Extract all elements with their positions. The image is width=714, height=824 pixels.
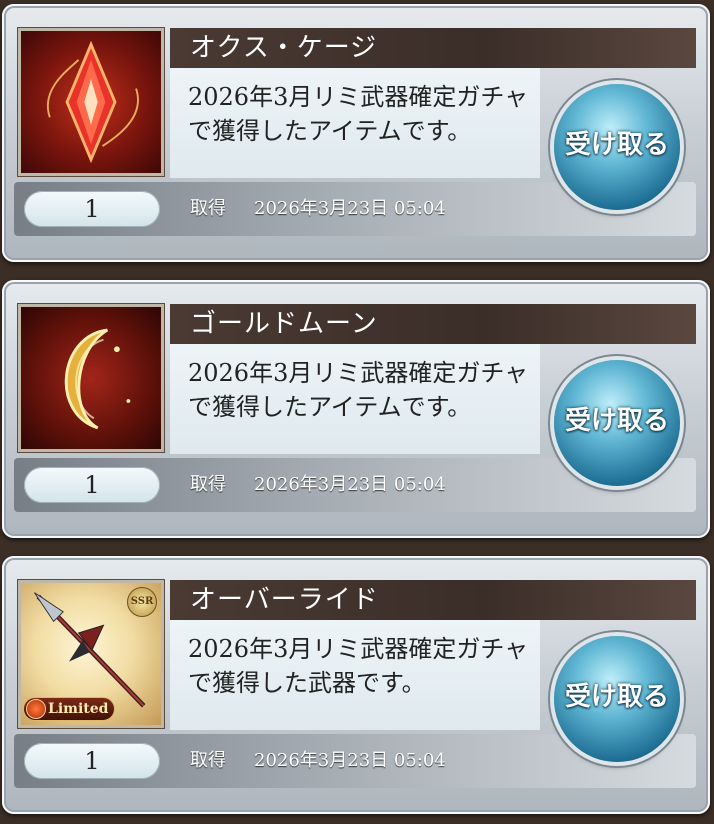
item-name: オクス・ケージ xyxy=(190,33,378,63)
item-description: 2026年3月リミ武器確定ガチャで獲得した武器です。 xyxy=(188,635,529,697)
present-item-card: オクス・ケージ 2026年3月リミ武器確定ガチャで獲得したアイテムです。 1 取… xyxy=(2,4,710,262)
item-description: 2026年3月リミ武器確定ガチャで獲得したアイテムです。 xyxy=(188,359,529,421)
fire-element-icon xyxy=(26,699,46,719)
item-thumbnail: SSR Limited xyxy=(18,580,164,728)
item-count-pill: 1 xyxy=(24,743,160,779)
item-thumbnail xyxy=(18,28,164,176)
item-count: 1 xyxy=(84,471,100,499)
obtained-label: 取得 xyxy=(190,750,226,771)
item-title-bar: オクス・ケージ xyxy=(170,28,696,68)
item-count-pill: 1 xyxy=(24,191,160,227)
obtained-date: 2026年3月23日 05:04 xyxy=(254,750,446,771)
obtained-label: 取得 xyxy=(190,198,226,219)
receive-button-label: 受け取る xyxy=(564,682,669,712)
receive-button[interactable]: 受け取る xyxy=(554,636,680,762)
receive-button[interactable]: 受け取る xyxy=(554,84,680,210)
item-description-area: 2026年3月リミ武器確定ガチャで獲得したアイテムです。 xyxy=(170,344,540,454)
item-count: 1 xyxy=(84,195,100,223)
item-count-pill: 1 xyxy=(24,467,160,503)
limited-badge: Limited xyxy=(23,697,116,721)
item-count: 1 xyxy=(84,747,100,775)
obtained-date: 2026年3月23日 05:04 xyxy=(254,474,446,495)
item-description: 2026年3月リミ武器確定ガチャで獲得したアイテムです。 xyxy=(188,83,529,145)
item-description-area: 2026年3月リミ武器確定ガチャで獲得した武器です。 xyxy=(170,620,540,730)
limited-badge-label: Limited xyxy=(48,701,109,717)
obtained-date: 2026年3月23日 05:04 xyxy=(254,198,446,219)
item-name: ゴールドムーン xyxy=(190,309,378,339)
receive-button[interactable]: 受け取る xyxy=(554,360,680,486)
receive-button-label: 受け取る xyxy=(564,406,669,436)
item-title-bar: オーバーライド xyxy=(170,580,696,620)
item-thumbnail xyxy=(18,304,164,452)
receive-button-label: 受け取る xyxy=(564,130,669,160)
gold-moon-icon xyxy=(64,328,131,430)
present-item-card: SSR Limited オーバーライド 2026年3月リミ武器確定ガチャで獲得し… xyxy=(2,556,710,814)
red-crystal-icon xyxy=(46,40,139,164)
ssr-rarity-badge: SSR xyxy=(127,587,157,617)
item-title-bar: ゴールドムーン xyxy=(170,304,696,344)
present-list: オクス・ケージ 2026年3月リミ武器確定ガチャで獲得したアイテムです。 1 取… xyxy=(0,0,714,824)
item-description-area: 2026年3月リミ武器確定ガチャで獲得したアイテムです。 xyxy=(170,68,540,178)
present-item-card: ゴールドムーン 2026年3月リミ武器確定ガチャで獲得したアイテムです。 1 取… xyxy=(2,280,710,538)
obtained-label: 取得 xyxy=(190,474,226,495)
item-name: オーバーライド xyxy=(190,585,379,615)
